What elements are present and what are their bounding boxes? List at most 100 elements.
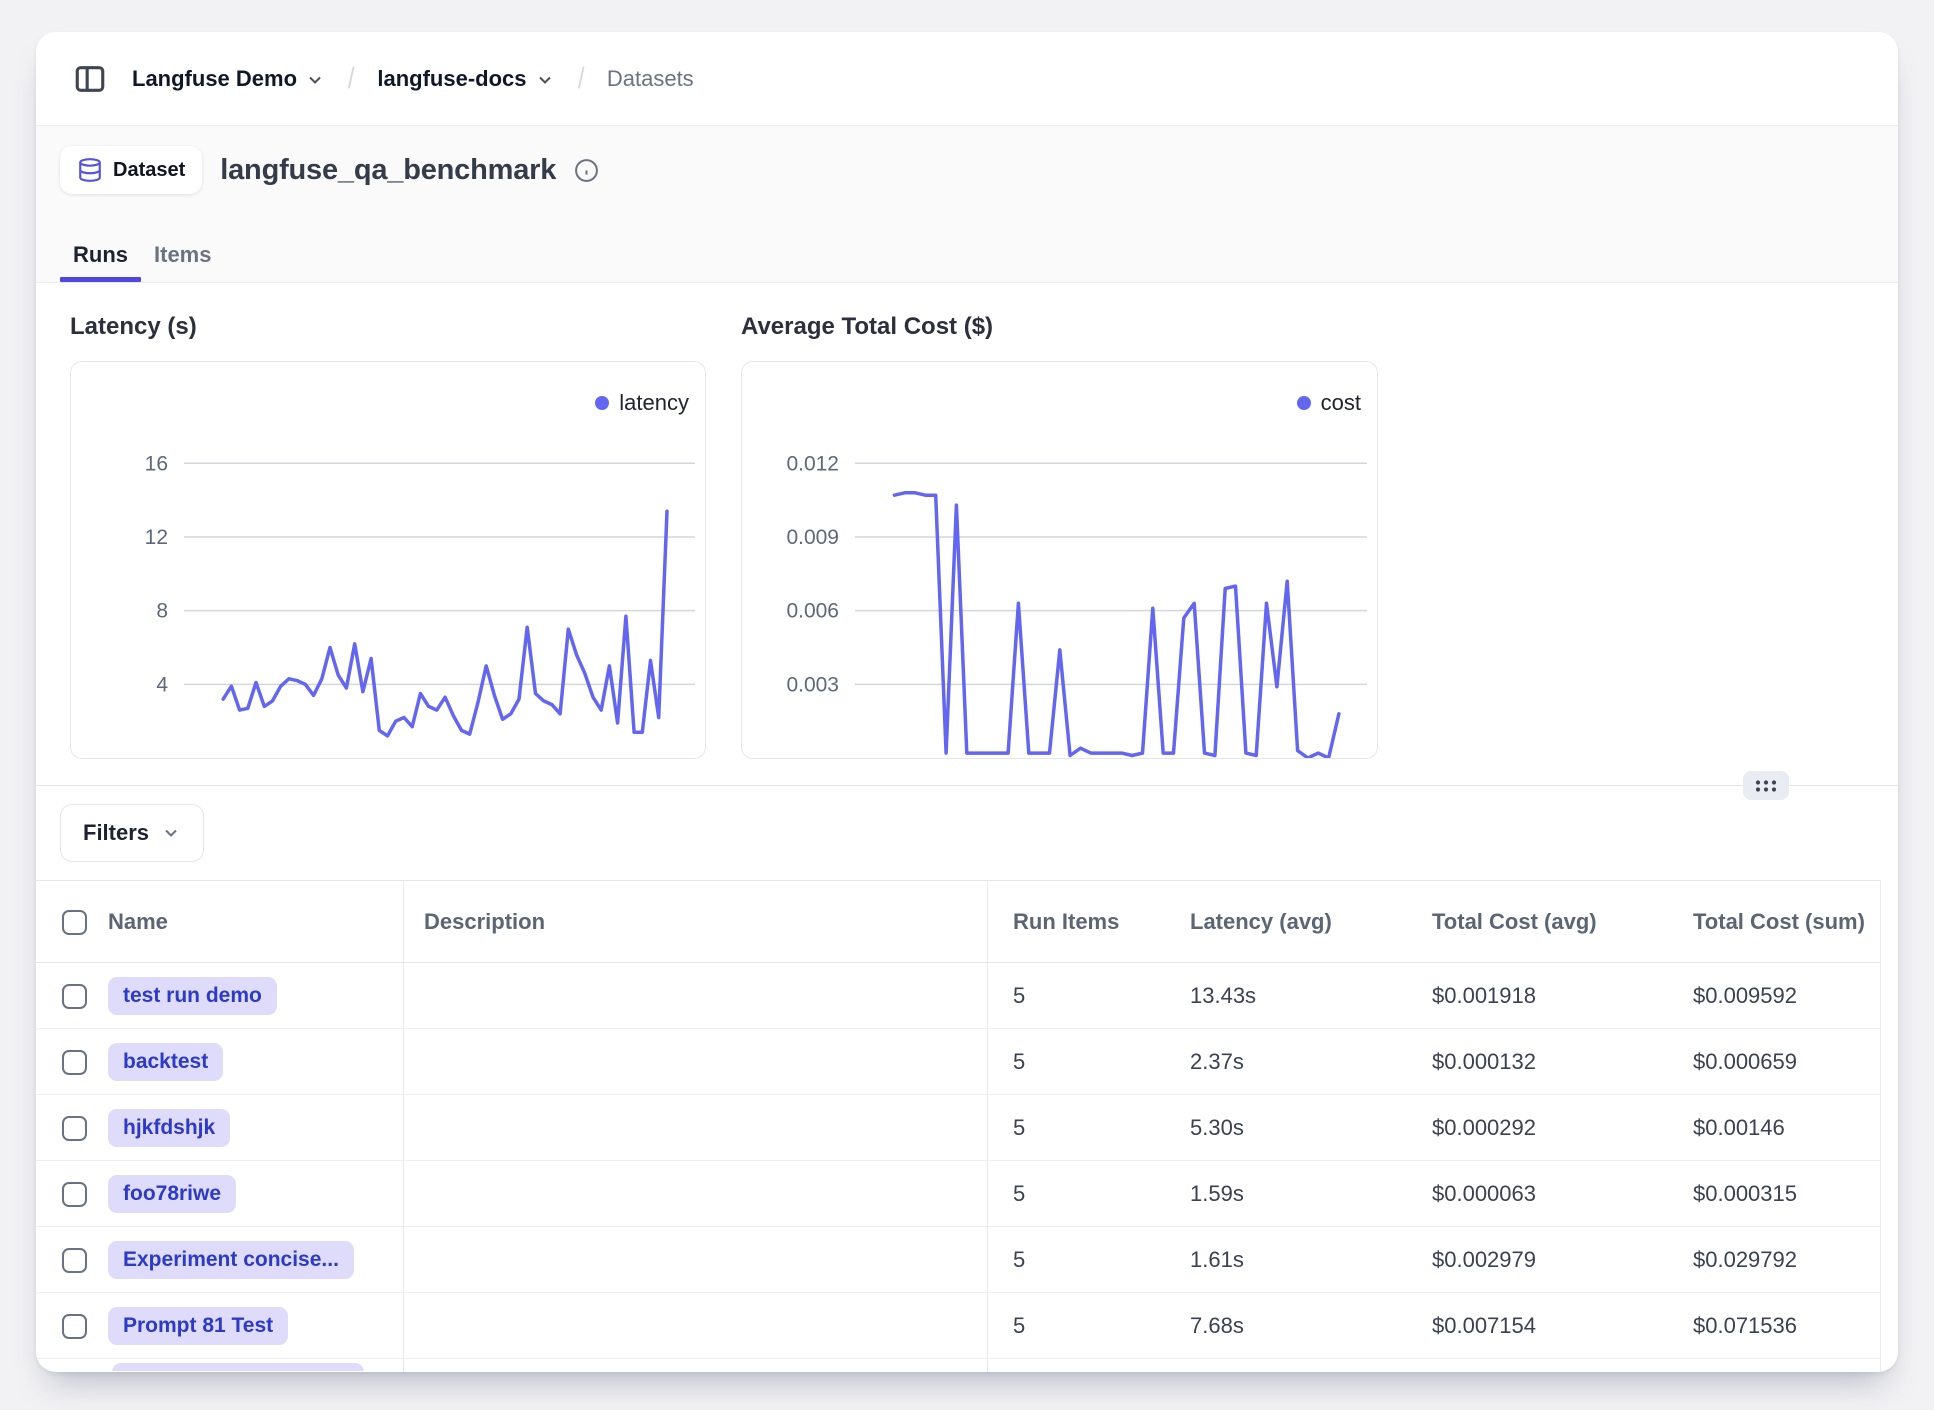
- dataset-badge: Dataset: [60, 146, 202, 194]
- run-name-pill[interactable]: test run demo: [108, 977, 277, 1015]
- row-checkbox[interactable]: [62, 984, 87, 1009]
- column-header-description[interactable]: Description: [424, 881, 545, 963]
- chevron-down-icon: [535, 70, 555, 90]
- cost-chart[interactable]: 0.003 0.006 0.009 0.012 cost: [741, 361, 1378, 759]
- run-items-value: 5: [1013, 1293, 1025, 1359]
- chevron-down-icon: [161, 823, 181, 843]
- breadcrumb-section[interactable]: Datasets: [607, 66, 694, 92]
- run-items-value: 5: [1013, 1095, 1025, 1161]
- breadcrumb-org[interactable]: Langfuse Demo: [132, 66, 325, 92]
- row-checkbox[interactable]: [62, 1248, 87, 1273]
- total-cost-sum-value: $0.000659: [1693, 1029, 1797, 1095]
- svg-text:0.003: 0.003: [786, 673, 839, 696]
- latency-avg-value: 2.37s: [1190, 1029, 1244, 1095]
- svg-text:12: 12: [145, 526, 168, 549]
- table-right-gutter: [1880, 880, 1881, 1372]
- table-row: foo78riwe 5 1.59s $0.000063 $0.000315: [36, 1161, 1880, 1227]
- total-cost-sum-value: $0.000315: [1693, 1161, 1797, 1227]
- latency-avg-value: 13.43s: [1190, 963, 1256, 1029]
- latency-avg-value: 7.68s: [1190, 1293, 1244, 1359]
- select-all-checkbox[interactable]: [62, 910, 87, 935]
- svg-text:4: 4: [156, 673, 168, 696]
- column-header-total-cost-sum[interactable]: Total Cost (sum): [1693, 881, 1865, 963]
- legend-label: latency: [619, 390, 689, 416]
- cost-legend: cost: [1297, 390, 1361, 416]
- total-cost-sum-value: $0.029792: [1693, 1227, 1797, 1293]
- row-checkbox[interactable]: [62, 1182, 87, 1207]
- table-row: hjkfdshjk 5 5.30s $0.000292 $0.00146: [36, 1095, 1880, 1161]
- total-cost-sum-value: $0.071536: [1693, 1293, 1797, 1359]
- breadcrumb-project-label: langfuse-docs: [377, 66, 526, 92]
- top-bar: Langfuse Demo / langfuse-docs / Datasets: [36, 32, 1898, 126]
- resize-drag-handle[interactable]: [1743, 771, 1789, 800]
- svg-text:0.012: 0.012: [786, 452, 839, 475]
- row-checkbox[interactable]: [62, 1050, 87, 1075]
- latency-avg-value: 1.59s: [1190, 1161, 1244, 1227]
- svg-text:0.006: 0.006: [786, 600, 839, 623]
- chevron-down-icon: [305, 70, 325, 90]
- run-name-pill[interactable]: Experiment concise...: [108, 1241, 354, 1279]
- column-header-name[interactable]: Name: [108, 881, 168, 963]
- main-card: Langfuse Demo / langfuse-docs / Datasets…: [36, 32, 1898, 1372]
- section-divider: [36, 785, 1898, 786]
- legend-dot-icon: [1297, 396, 1311, 410]
- panel-left-icon: [73, 62, 107, 96]
- runs-table: Name Description Run Items Latency (avg)…: [36, 880, 1880, 1372]
- table-row: Prompt 81 Test 5 7.68s $0.007154 $0.0715…: [36, 1293, 1880, 1359]
- table-row: test run demo 5 13.43s $0.001918 $0.0095…: [36, 963, 1880, 1029]
- latency-avg-value: 1.61s: [1190, 1227, 1244, 1293]
- run-name-pill[interactable]: [112, 1363, 364, 1371]
- filters-button-label: Filters: [83, 820, 149, 846]
- filters-button[interactable]: Filters: [60, 804, 204, 862]
- total-cost-avg-value: $0.000132: [1432, 1029, 1536, 1095]
- run-items-value: 5: [1013, 963, 1025, 1029]
- total-cost-avg-value: $0.002979: [1432, 1227, 1536, 1293]
- total-cost-avg-value: $0.007154: [1432, 1293, 1536, 1359]
- svg-text:8: 8: [156, 600, 168, 623]
- latency-chart-title: Latency (s): [70, 313, 197, 341]
- breadcrumb-separator: /: [577, 62, 584, 96]
- run-items-value: 5: [1013, 1161, 1025, 1227]
- charts-section: Latency (s) 4 8 12 16 latency Average Total…: [36, 283, 1898, 785]
- run-name-pill[interactable]: hjkfdshjk: [108, 1109, 230, 1147]
- row-checkbox[interactable]: [62, 1314, 87, 1339]
- column-header-latency-avg[interactable]: Latency (avg): [1190, 881, 1332, 963]
- total-cost-avg-value: $0.001918: [1432, 963, 1536, 1029]
- total-cost-avg-value: $0.000063: [1432, 1161, 1536, 1227]
- dataset-header: Dataset langfuse_qa_benchmark RunsItems: [36, 126, 1898, 283]
- run-items-value: 5: [1013, 1029, 1025, 1095]
- table-body: test run demo 5 13.43s $0.001918 $0.0095…: [36, 963, 1880, 1371]
- table-row: Experiment concise... 5 1.61s $0.002979 …: [36, 1227, 1880, 1293]
- database-icon: [77, 157, 103, 183]
- dataset-badge-label: Dataset: [113, 159, 185, 182]
- latency-avg-value: 5.30s: [1190, 1095, 1244, 1161]
- tab-items[interactable]: Items: [141, 242, 224, 282]
- column-header-total-cost-avg[interactable]: Total Cost (avg): [1432, 881, 1597, 963]
- total-cost-sum-value: $0.00146: [1693, 1095, 1785, 1161]
- grip-dots-icon: [1753, 778, 1779, 794]
- breadcrumb-project[interactable]: langfuse-docs: [377, 66, 554, 92]
- total-cost-sum-value: $0.009592: [1693, 963, 1797, 1029]
- column-header-run-items[interactable]: Run Items: [1013, 881, 1119, 963]
- legend-dot-icon: [595, 396, 609, 410]
- run-name-pill[interactable]: backtest: [108, 1043, 223, 1081]
- table-header: Name Description Run Items Latency (avg)…: [36, 881, 1880, 963]
- row-checkbox[interactable]: [62, 1116, 87, 1141]
- page-title: langfuse_qa_benchmark: [220, 154, 556, 187]
- tab-bar: RunsItems: [60, 242, 224, 282]
- run-name-pill[interactable]: foo78riwe: [108, 1175, 236, 1213]
- svg-text:0.009: 0.009: [786, 526, 839, 549]
- table-row-partial: [36, 1359, 1880, 1371]
- table-row: backtest 5 2.37s $0.000132 $0.000659: [36, 1029, 1880, 1095]
- tab-runs[interactable]: Runs: [60, 242, 141, 282]
- breadcrumb-org-label: Langfuse Demo: [132, 66, 297, 92]
- legend-label: cost: [1321, 390, 1361, 416]
- breadcrumb-separator: /: [348, 62, 355, 96]
- cost-chart-title: Average Total Cost ($): [741, 313, 993, 341]
- sidebar-toggle-button[interactable]: [70, 59, 110, 99]
- total-cost-avg-value: $0.000292: [1432, 1095, 1536, 1161]
- latency-chart[interactable]: 4 8 12 16 latency: [70, 361, 706, 759]
- svg-text:16: 16: [145, 452, 168, 475]
- info-icon[interactable]: [574, 158, 599, 183]
- run-name-pill[interactable]: Prompt 81 Test: [108, 1307, 288, 1345]
